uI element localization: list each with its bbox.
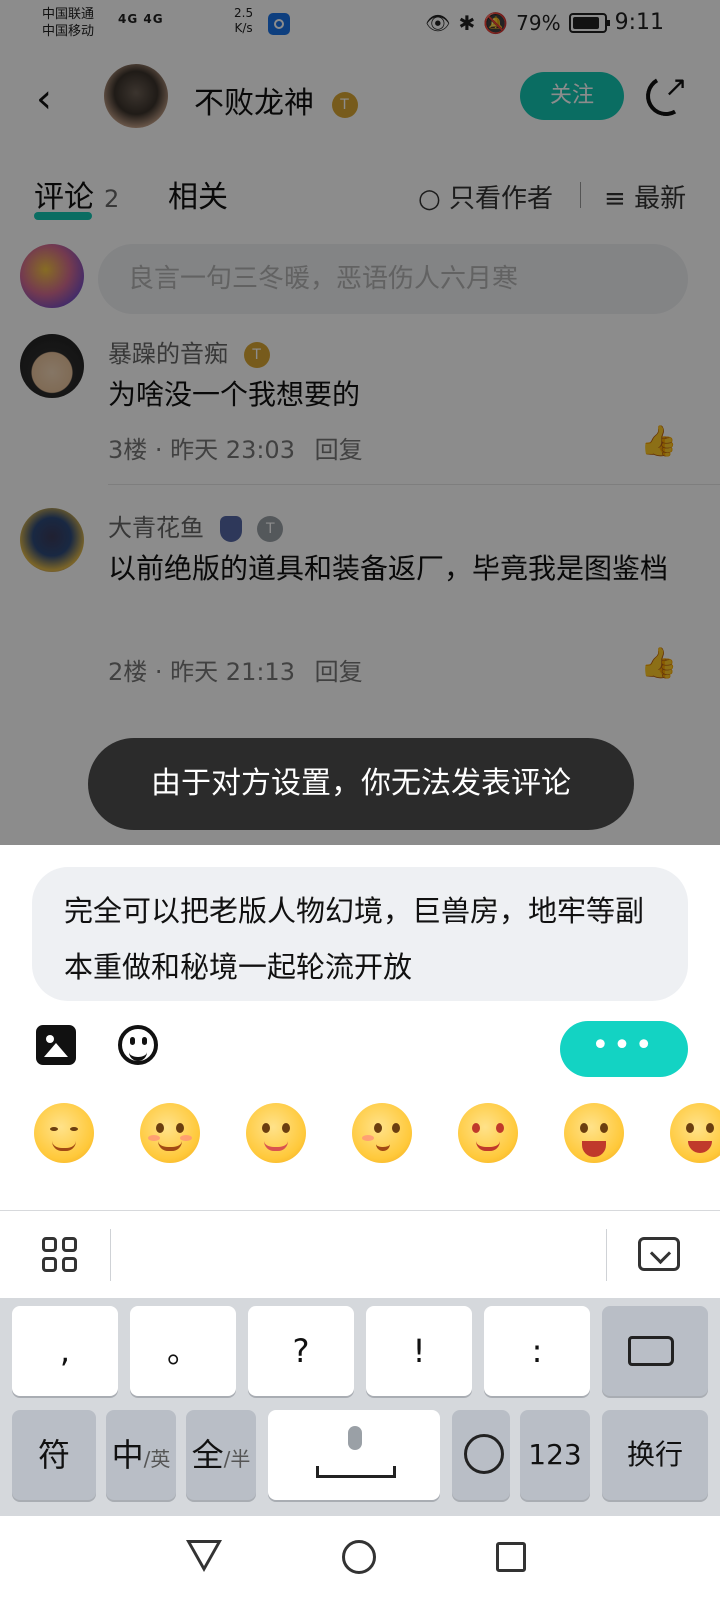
- key-period[interactable]: 。: [130, 1306, 236, 1396]
- image-icon[interactable]: [36, 1025, 76, 1065]
- space-key[interactable]: [268, 1410, 440, 1500]
- nav-back-icon[interactable]: [186, 1540, 222, 1572]
- microphone-icon: [348, 1426, 362, 1450]
- drooling-emoji-icon[interactable]: [246, 1103, 306, 1163]
- dim-overlay[interactable]: [0, 0, 720, 845]
- key-colon[interactable]: :: [484, 1306, 590, 1396]
- toast-message: 由于对方设置，你无法发表评论: [88, 738, 634, 830]
- emoji-key[interactable]: [452, 1410, 510, 1500]
- reply-sheet: 完全可以把老版人物幻境，巨兽房，地牢等副本重做和秘境一起轮流开放 •••: [0, 845, 720, 1210]
- keyboard-toolbar: [0, 1210, 720, 1298]
- en-label: /英: [143, 1447, 171, 1471]
- space-bar-icon: [316, 1466, 396, 1478]
- emoji-icon[interactable]: [118, 1025, 158, 1065]
- apps-grid-icon[interactable]: [42, 1237, 78, 1273]
- reply-text-field[interactable]: 完全可以把老版人物幻境，巨兽房，地牢等副本重做和秘境一起轮流开放: [32, 867, 688, 1001]
- key-comma[interactable]: ,: [12, 1306, 118, 1396]
- smirk-emoji-icon[interactable]: [34, 1103, 94, 1163]
- full-half-key[interactable]: 全/半: [186, 1410, 256, 1500]
- numbers-key[interactable]: 123: [520, 1410, 590, 1500]
- cn-en-key[interactable]: 中/英: [106, 1410, 176, 1500]
- happy-emoji-icon[interactable]: [140, 1103, 200, 1163]
- crying-emoji-icon[interactable]: [670, 1103, 720, 1163]
- key-question[interactable]: ?: [248, 1306, 354, 1396]
- smiley-icon: [464, 1434, 504, 1474]
- cn-label: 中: [111, 1436, 144, 1474]
- key-exclamation[interactable]: !: [366, 1306, 472, 1396]
- half-label: /半: [223, 1447, 251, 1471]
- laughing-emoji-icon[interactable]: [564, 1103, 624, 1163]
- system-nav-bar: [0, 1516, 720, 1600]
- keyboard: , 。 ? ! : 符 中/英 全/半 123 换行: [0, 1298, 720, 1516]
- backspace-key[interactable]: [602, 1306, 708, 1396]
- symbols-key[interactable]: 符: [12, 1410, 96, 1500]
- emoji-row: [0, 1103, 720, 1183]
- hide-keyboard-icon[interactable]: [638, 1237, 680, 1271]
- full-label: 全: [191, 1436, 224, 1474]
- toolbar-divider: [110, 1229, 111, 1281]
- toolbar-divider: [606, 1229, 607, 1281]
- enter-key[interactable]: 换行: [602, 1410, 708, 1500]
- mind-blown-emoji-icon[interactable]: [458, 1103, 518, 1163]
- cute-emoji-icon[interactable]: [352, 1103, 412, 1163]
- nav-home-icon[interactable]: [342, 1540, 376, 1574]
- nav-recents-icon[interactable]: [496, 1542, 526, 1572]
- backspace-icon: [628, 1336, 674, 1366]
- send-button[interactable]: •••: [560, 1021, 688, 1077]
